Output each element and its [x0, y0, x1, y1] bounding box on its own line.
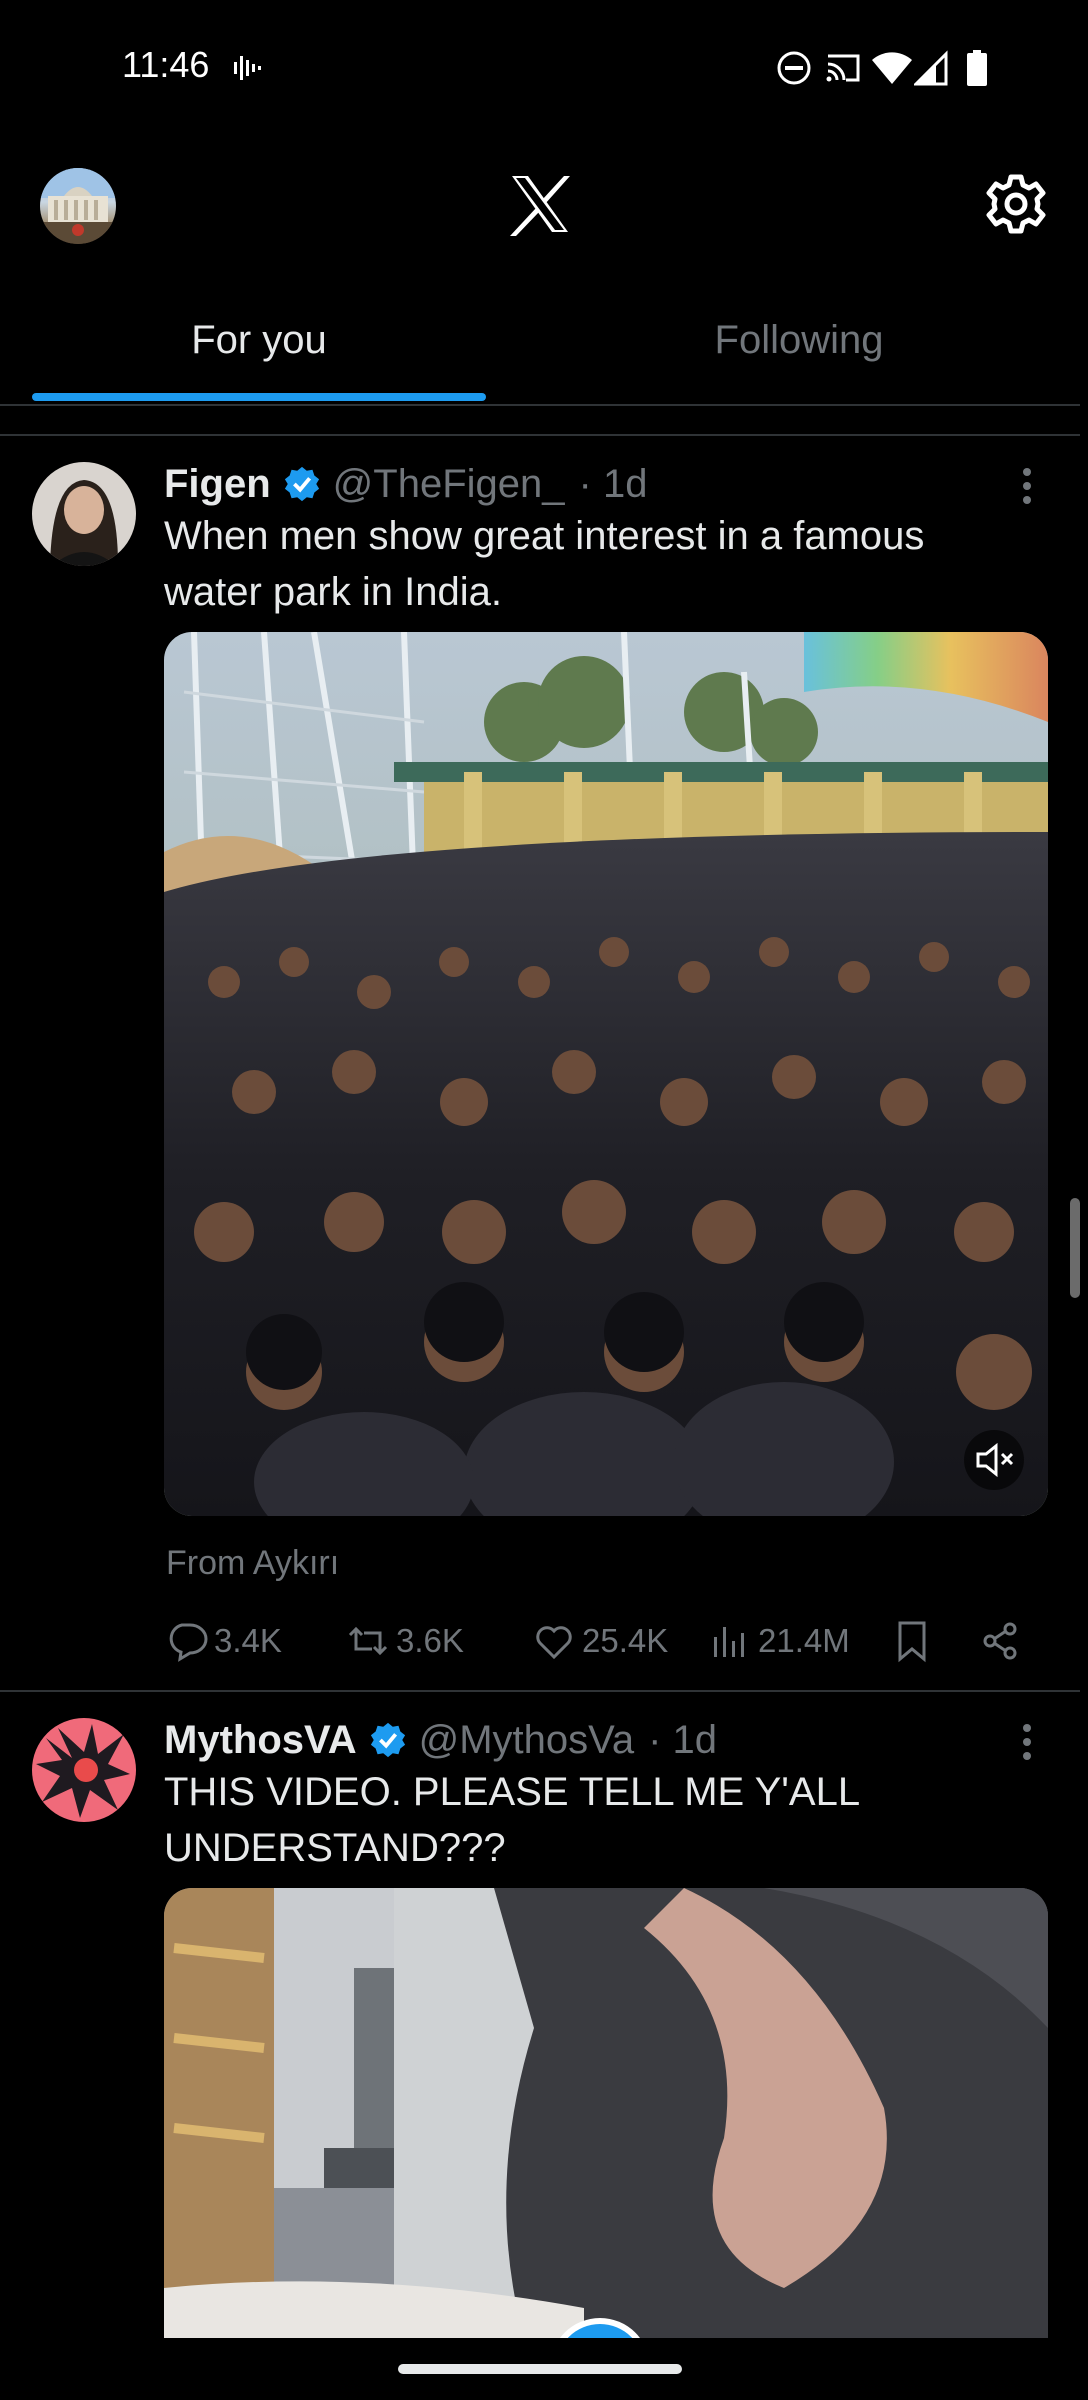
share-icon — [983, 1622, 1017, 1660]
author-name[interactable]: Figen — [164, 462, 271, 507]
reply-count: 3.4K — [214, 1622, 282, 1659]
avatar-photo — [32, 462, 136, 566]
profile-avatar[interactable] — [40, 168, 116, 244]
tweet-header: Figen @TheFigen_ · 1d — [164, 456, 647, 512]
dnd-icon — [777, 51, 811, 85]
repost-icon — [348, 1626, 388, 1656]
battery-icon — [967, 50, 987, 86]
status-bar: 11:46 — [0, 0, 1088, 135]
tab-for-you[interactable]: For you — [0, 318, 518, 378]
tweet-header: MythosVA @MythosVa · 1d — [164, 1712, 717, 1768]
tweet-avatar[interactable] — [32, 462, 136, 566]
more-options-icon[interactable] — [1014, 1722, 1040, 1762]
reply-button[interactable]: 3.4K — [164, 1616, 282, 1666]
cast-icon — [826, 54, 860, 82]
reply-icon — [169, 1623, 208, 1662]
tweet-avatar[interactable] — [32, 1718, 136, 1822]
views-button[interactable]: 21.4M — [708, 1616, 850, 1666]
profile-photo — [40, 168, 116, 244]
tabs-divider — [0, 404, 1080, 406]
avatar-photo — [32, 1718, 136, 1822]
settings-gear-icon[interactable] — [984, 172, 1048, 236]
volume-muted-icon — [976, 1442, 1014, 1478]
tab-selected-indicator — [32, 393, 486, 401]
author-handle[interactable]: @TheFigen_ — [333, 462, 565, 507]
wifi-icon — [872, 52, 912, 84]
video-source-attribution[interactable]: From Aykırı — [166, 1544, 339, 1583]
tweet-mythosva[interactable]: MythosVA @MythosVa · 1d THIS VIDEO. PLEA… — [0, 1692, 1080, 2338]
play-button[interactable] — [550, 2318, 650, 2338]
tweet-text: THIS VIDEO. PLEASE TELL ME Y'ALL UNDERST… — [164, 1770, 859, 1870]
like-button[interactable]: 25.4K — [532, 1616, 668, 1666]
like-count: 25.4K — [582, 1622, 669, 1659]
analytics-icon — [714, 1627, 744, 1657]
play-icon — [567, 2324, 633, 2338]
heart-icon — [536, 1626, 572, 1660]
home-indicator[interactable] — [398, 2364, 682, 2374]
author-name[interactable]: MythosVA — [164, 1718, 357, 1763]
status-time: 11:46 — [122, 44, 210, 85]
x-logo-icon[interactable] — [508, 172, 572, 236]
tweet-time: · 1d — [648, 1717, 718, 1762]
share-button[interactable] — [978, 1616, 1028, 1666]
scrollbar[interactable] — [1070, 1198, 1080, 1298]
repost-count: 3.6K — [396, 1622, 464, 1659]
verified-badge-icon — [370, 1722, 405, 1758]
video-frame-room — [164, 1888, 1048, 2338]
tweet-text: When men show great interest in a famous… — [164, 514, 925, 614]
video-frame-crowd — [164, 632, 1048, 1516]
voicemail-icon — [234, 56, 261, 80]
more-options-icon[interactable] — [1014, 466, 1040, 506]
bookmark-icon — [898, 1621, 926, 1663]
views-count: 21.4M — [758, 1622, 850, 1659]
signal-icon — [914, 50, 948, 86]
repost-button[interactable]: 3.6K — [346, 1616, 464, 1666]
mute-button[interactable] — [964, 1430, 1024, 1490]
tweet-video[interactable] — [164, 1888, 1048, 2338]
tab-following[interactable]: Following — [544, 318, 1054, 378]
bookmark-button[interactable] — [890, 1616, 940, 1666]
tweet-video[interactable] — [164, 632, 1048, 1516]
verified-badge-icon — [284, 466, 319, 502]
author-handle[interactable]: @MythosVa — [419, 1718, 635, 1763]
tweet-time: · 1d — [578, 461, 648, 506]
tweet-figen[interactable]: Figen @TheFigen_ · 1d When men show grea… — [0, 436, 1080, 1690]
